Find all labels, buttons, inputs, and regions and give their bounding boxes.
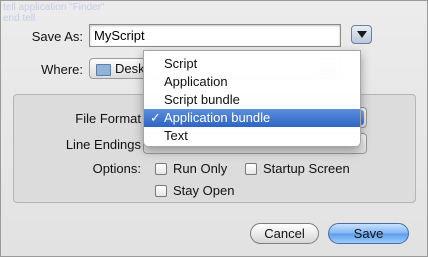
menu-item-script[interactable]: Script — [144, 55, 360, 73]
menu-item-application-bundle[interactable]: ✓ Application bundle — [144, 109, 360, 127]
menu-item-text[interactable]: Text — [144, 127, 360, 145]
checkbox-box[interactable] — [245, 162, 257, 175]
run-only-checkbox[interactable]: Run Only — [155, 161, 227, 176]
file-format-menu: Script Application Script bundle ✓ Appli… — [143, 50, 361, 147]
menu-item-label: Text — [164, 128, 188, 143]
where-value: Desk — [115, 61, 145, 76]
stay-open-checkbox[interactable]: Stay Open — [155, 183, 234, 198]
stay-open-label: Stay Open — [173, 183, 235, 198]
filename-field[interactable] — [89, 24, 341, 47]
filename-input[interactable] — [90, 25, 340, 46]
options-label: Options: — [92, 161, 141, 176]
startup-screen-checkbox[interactable]: Startup Screen — [245, 161, 350, 176]
line-endings-label: Line Endings — [65, 137, 141, 152]
menu-item-label: Script bundle — [164, 92, 240, 107]
save-dialog: tell application "Finder" end tell Save … — [0, 0, 428, 257]
cancel-button[interactable]: Cancel — [250, 223, 319, 244]
where-label: Where: — [41, 62, 83, 77]
menu-item-label: Application — [164, 74, 228, 89]
folder-icon — [96, 63, 111, 76]
menu-item-script-bundle[interactable]: Script bundle — [144, 91, 360, 109]
menu-item-application[interactable]: Application — [144, 73, 360, 91]
checkbox-box[interactable] — [155, 162, 167, 175]
save-as-label: Save As: — [31, 29, 83, 44]
background-script-line: end tell — [3, 13, 36, 24]
checkbox-box[interactable] — [155, 184, 167, 197]
menu-item-label: Application bundle — [164, 110, 271, 125]
expand-dialog-button[interactable] — [351, 25, 372, 44]
checkmark-icon: ✓ — [150, 110, 161, 125]
run-only-label: Run Only — [173, 161, 228, 176]
menu-item-label: Script — [164, 56, 198, 71]
startup-screen-label: Startup Screen — [263, 161, 350, 176]
background-script-line: tell application "Finder" — [3, 2, 105, 13]
file-format-label: File Format — [75, 111, 141, 126]
chevron-down-icon — [356, 31, 367, 38]
save-button[interactable]: Save — [328, 223, 409, 244]
